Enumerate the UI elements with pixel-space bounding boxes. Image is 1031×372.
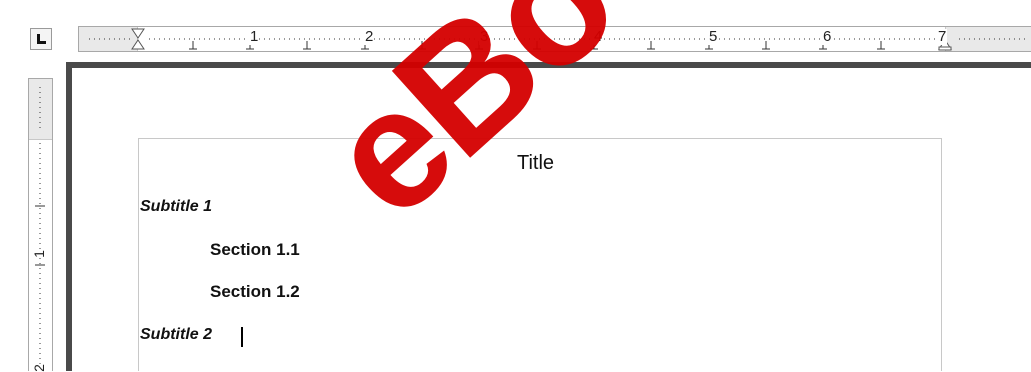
left-tab-icon [37, 34, 46, 44]
left-indent-marker [131, 28, 145, 50]
ruler-number: 4 [593, 28, 604, 45]
section-1-2[interactable]: Section 1.2 [210, 282, 300, 302]
ruler-ticks [89, 28, 1029, 51]
tab-stop-type-button[interactable] [30, 28, 52, 50]
ruler-number: 7 [937, 28, 948, 45]
horizontal-ruler[interactable]: 1 2 3 4 5 6 7 [78, 26, 1031, 52]
ruler-number: 2 [364, 28, 375, 45]
vertical-ruler-ticks [35, 87, 45, 372]
document-title[interactable]: Title [517, 152, 554, 175]
text-cursor [241, 327, 243, 347]
ruler-number: 6 [822, 28, 833, 45]
subtitle-2[interactable]: Subtitle 2 [140, 326, 212, 344]
ruler-number: 1 [249, 28, 260, 45]
subtitle-1[interactable]: Subtitle 1 [140, 198, 212, 216]
ruler-number: 5 [708, 28, 719, 45]
vertical-ruler[interactable]: 1 2 [28, 78, 53, 372]
ruler-number: 3 [479, 28, 490, 45]
section-1-1[interactable]: Section 1.1 [210, 240, 300, 260]
vertical-ruler-number: 1 [30, 250, 47, 258]
